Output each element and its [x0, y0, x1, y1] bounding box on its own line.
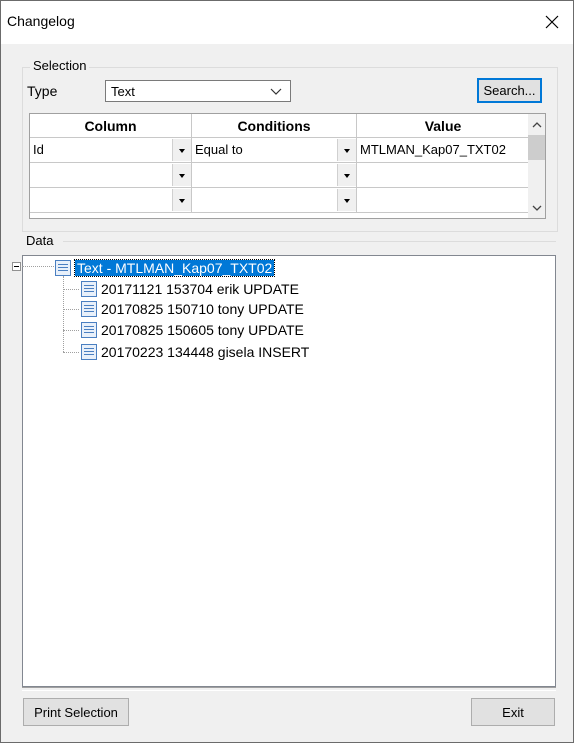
tree-root-node[interactable]: Text - MTLMAN_Kap07_TXT02 — [55, 259, 276, 277]
grid-vertical-scrollbar[interactable] — [528, 114, 545, 218]
changelog-tree[interactable] — [22, 255, 556, 687]
search-button[interactable]: Search... — [477, 78, 542, 103]
tree-child-label: 20170825 150710 tony UPDATE — [101, 301, 304, 317]
tree-connector — [63, 289, 79, 290]
tree-connector — [63, 330, 79, 331]
exit-button[interactable]: Exit — [471, 698, 555, 726]
type-label: Type — [27, 83, 58, 99]
tree-connector — [63, 276, 64, 352]
record-icon — [55, 260, 71, 276]
dropdown-arrow-icon[interactable] — [337, 189, 356, 211]
grid-header-value[interactable]: Value — [357, 114, 530, 138]
type-select[interactable]: Text — [105, 80, 291, 102]
chevron-up-icon[interactable] — [528, 116, 545, 133]
grid-cell-value[interactable] — [357, 163, 530, 188]
grid-cell-value[interactable] — [357, 188, 530, 213]
tree-child-label: 20170223 134448 gisela INSERT — [101, 344, 310, 360]
tree-connector — [63, 309, 79, 310]
grid-cell-condition[interactable]: Equal to — [192, 138, 357, 163]
tree-child-node[interactable]: 20170223 134448 gisela INSERT — [81, 343, 309, 361]
dropdown-arrow-icon[interactable] — [337, 139, 356, 161]
record-icon — [81, 322, 97, 338]
grid-cell-column[interactable]: Id — [30, 138, 192, 163]
grid-cell-condition[interactable] — [192, 188, 357, 213]
data-group-label: Data — [23, 233, 57, 248]
tree-child-node[interactable]: 20170825 150605 tony UPDATE — [81, 321, 304, 339]
changelog-window: Changelog Selection Type Text Search... … — [0, 0, 574, 743]
dropdown-arrow-icon[interactable] — [172, 189, 191, 211]
chevron-down-icon — [270, 85, 282, 100]
grid-cell-condition[interactable] — [192, 163, 357, 188]
title-bar: Changelog — [1, 1, 573, 44]
data-group-line — [63, 241, 556, 242]
tree-child-node[interactable]: 20170825 150710 tony UPDATE — [81, 300, 304, 318]
tree-child-node[interactable]: 20171121 153704 erik UPDATE — [81, 280, 299, 298]
collapse-icon[interactable] — [12, 262, 21, 271]
record-icon — [81, 344, 97, 360]
grid-cell-column[interactable] — [30, 188, 192, 213]
chevron-down-icon[interactable] — [528, 200, 545, 217]
conditions-grid: Column Conditions Value Id Equal to MTLM… — [29, 113, 546, 219]
grid-cell-text: MTLMAN_Kap07_TXT02 — [360, 142, 506, 157]
scrollbar-thumb[interactable] — [528, 135, 545, 160]
grid-header-column[interactable]: Column — [30, 114, 192, 138]
window-title: Changelog — [7, 13, 75, 29]
record-icon — [81, 281, 97, 297]
divider — [22, 687, 556, 691]
tree-child-label: 20171121 153704 erik UPDATE — [101, 281, 299, 297]
tree-child-label: 20170825 150605 tony UPDATE — [101, 322, 304, 338]
tree-connector — [22, 266, 54, 267]
dropdown-arrow-icon[interactable] — [172, 139, 191, 161]
print-selection-button[interactable]: Print Selection — [23, 698, 129, 726]
type-select-value: Text — [111, 84, 135, 99]
close-icon[interactable] — [537, 7, 567, 37]
selection-group-label: Selection — [30, 58, 90, 73]
grid-cell-column[interactable] — [30, 163, 192, 188]
record-icon — [81, 301, 97, 317]
grid-cell-value[interactable]: MTLMAN_Kap07_TXT02 — [357, 138, 530, 163]
grid-cell-text: Equal to — [195, 142, 243, 157]
grid-header-conditions[interactable]: Conditions — [192, 114, 357, 138]
grid-cell-text: Id — [33, 142, 44, 157]
dropdown-arrow-icon[interactable] — [337, 164, 356, 186]
tree-root-label: Text - MTLMAN_Kap07_TXT02 — [73, 259, 276, 277]
dropdown-arrow-icon[interactable] — [172, 164, 191, 186]
tree-connector — [63, 352, 79, 353]
